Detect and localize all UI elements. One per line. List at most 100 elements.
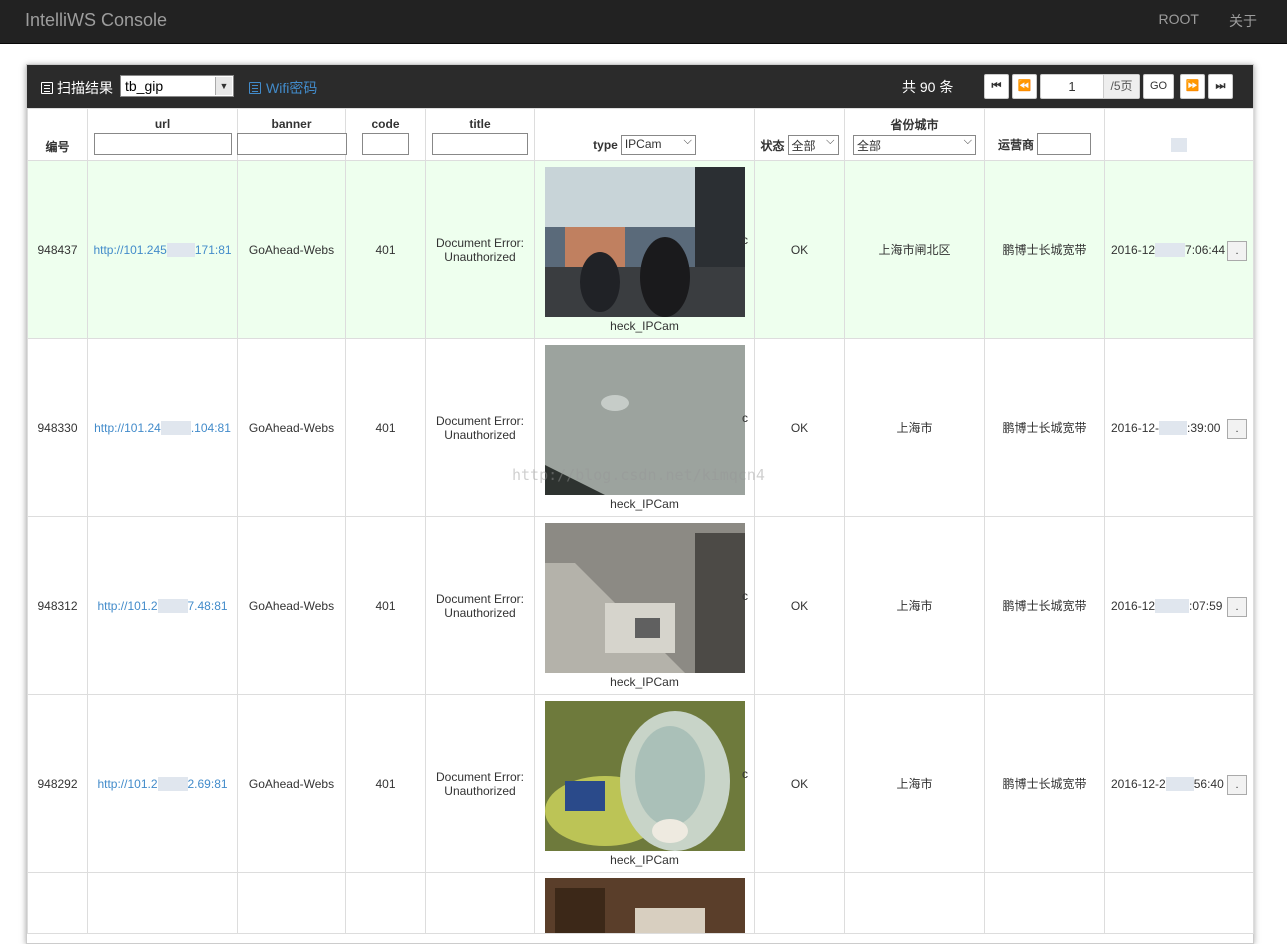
type-caption: heck_IPCam — [610, 674, 679, 689]
go-button[interactable]: GO — [1143, 74, 1174, 99]
url-link-start[interactable]: http://101.2 — [97, 599, 157, 613]
cell-isp — [984, 872, 1105, 934]
app-brand[interactable]: IntelliWS Console — [25, 10, 167, 31]
cell-region: 上海市 — [844, 516, 985, 695]
cell-region: 上海市 — [844, 694, 985, 873]
table-row[interactable]: 948330 http://101.24x.104:81 GoAhead-Web… — [27, 338, 1254, 517]
nav-root[interactable]: ROOT — [1159, 11, 1199, 31]
status-filter-select[interactable]: 全部 — [787, 135, 839, 155]
scan-results-text: 扫描结果 — [57, 80, 113, 96]
url-link-end[interactable]: 7.48:81 — [188, 599, 228, 613]
cell-code: 401 — [345, 694, 426, 873]
region-filter-select[interactable]: 全部 — [853, 135, 976, 155]
cell-isp: 鹏博士长城宽带 — [984, 694, 1105, 873]
row-detail-button[interactable]: . — [1227, 597, 1247, 617]
col-title-header: title — [425, 108, 535, 161]
col-code-header: code — [345, 108, 426, 161]
next-page-icon[interactable]: ⏩ — [1180, 74, 1205, 99]
row-detail-button[interactable]: . — [1227, 775, 1247, 795]
wifi-password-link[interactable]: Wifi密码 — [249, 78, 317, 98]
cell-time: 2016-12x7:06:44. — [1104, 160, 1254, 339]
camera-snapshot-image[interactable] — [544, 878, 745, 933]
camera-snapshot-image[interactable] — [544, 700, 745, 851]
cell-isp: 鹏博士长城宽带 — [984, 338, 1105, 517]
col-status-header: 状态 全部 — [754, 108, 845, 161]
col-region-header: 省份城市 全部 — [844, 108, 985, 161]
row-detail-button[interactable]: . — [1227, 419, 1247, 439]
redacted-ip: x — [160, 420, 191, 435]
cell-type: heck_IPCam c — [534, 160, 755, 339]
cell-time — [1104, 872, 1254, 934]
camera-snapshot-image[interactable] — [544, 166, 745, 317]
type-filter-select[interactable]: IPCam — [620, 135, 696, 155]
url-link-start[interactable]: http://101.2 — [97, 777, 157, 791]
prev-page-icon[interactable]: ⏪ — [1012, 74, 1037, 99]
redacted-ip: x — [157, 598, 188, 613]
cell-code: 401 — [345, 160, 426, 339]
cell-type: heck_IPCam c — [534, 338, 755, 517]
cell-type — [534, 872, 755, 934]
camera-snapshot-image[interactable] — [544, 522, 745, 673]
cell-url[interactable]: http://101.2x2.69:81 — [87, 694, 238, 873]
isp-filter-input[interactable] — [1037, 133, 1091, 155]
table-row[interactable] — [27, 872, 1254, 934]
cell-type: heck_IPCam c — [534, 694, 755, 873]
table-row[interactable]: 948292 http://101.2x2.69:81 GoAhead-Webs… — [27, 694, 1254, 873]
table-header-row: 编号 url banner code title typeIPCam 状态全部 … — [27, 108, 1254, 161]
table-select[interactable]: tb_gip ▼ — [120, 75, 234, 97]
top-navbar: IntelliWS Console ROOT 关于 — [0, 0, 1287, 44]
cell-time: 2016-12-2x56:40. — [1104, 694, 1254, 873]
time-end: :07:59 — [1189, 598, 1223, 613]
cell-url[interactable]: http://101.24x.104:81 — [87, 338, 238, 517]
watermark: http://blog.csdn.net/kimqcn4 — [512, 466, 765, 484]
page-total: /5页 — [1103, 75, 1139, 98]
page-number-input[interactable]: 1 — [1041, 75, 1103, 98]
url-link-end[interactable]: 2.69:81 — [188, 777, 228, 791]
url-filter-input[interactable] — [93, 133, 232, 155]
first-page-icon[interactable]: ⏮ — [984, 74, 1009, 99]
cell-status: OK — [754, 694, 845, 873]
time-start: 2016-12 — [1111, 242, 1156, 257]
col-banner-header: banner — [236, 108, 347, 161]
cell-id — [27, 872, 88, 934]
cell-banner — [237, 872, 346, 934]
type-fragment: c — [742, 589, 748, 603]
redacted-time: x — [1159, 420, 1188, 435]
col-id-header: 编号 — [27, 108, 88, 161]
cell-url[interactable]: http://101.245x171:81 — [87, 160, 238, 339]
row-detail-button[interactable]: . — [1227, 241, 1247, 261]
cell-url[interactable]: http://101.2x7.48:81 — [87, 516, 238, 695]
type-caption: heck_IPCam — [610, 852, 679, 867]
url-link-start[interactable]: http://101.245 — [93, 243, 166, 257]
results-table: 编号 url banner code title typeIPCam 状态全部 … — [27, 108, 1254, 934]
time-end: 7:06:44 — [1185, 242, 1226, 257]
nav-about[interactable]: 关于 — [1229, 11, 1257, 31]
cell-banner: GoAhead-Webs — [237, 160, 346, 339]
url-link-start[interactable]: http://101.24 — [94, 421, 161, 435]
cell-title: Document Error: Unauthorized — [425, 338, 535, 517]
cell-status — [754, 872, 845, 934]
type-fragment: c — [742, 767, 748, 781]
table-row[interactable]: 948312 http://101.2x7.48:81 GoAhead-Webs… — [27, 516, 1254, 695]
table-row[interactable]: 948437 http://101.245x171:81 GoAhead-Web… — [27, 160, 1254, 339]
url-link-end[interactable]: .104:81 — [191, 421, 231, 435]
cell-id: 948292 — [27, 694, 88, 873]
code-filter-input[interactable] — [362, 133, 409, 155]
banner-filter-input[interactable] — [236, 133, 347, 155]
cell-title: Document Error: Unauthorized — [425, 516, 535, 695]
url-link-end[interactable]: 171:81 — [195, 243, 232, 257]
cell-isp: 鹏博士长城宽带 — [984, 516, 1105, 695]
title-filter-input[interactable] — [432, 133, 528, 155]
table-select-value: tb_gip — [125, 78, 164, 94]
chevron-down-icon: ▼ — [215, 77, 232, 95]
cell-time: 2016-12x:07:59. — [1104, 516, 1254, 695]
last-page-icon[interactable]: ⏭ — [1208, 74, 1233, 99]
col-url-label: url — [154, 117, 171, 131]
list-icon — [41, 82, 53, 94]
redacted-time: x — [1165, 776, 1194, 791]
cell-status: OK — [754, 160, 845, 339]
col-type-label: type — [593, 138, 618, 152]
redacted-header — [1171, 138, 1187, 152]
time-end: :39:00 — [1187, 420, 1221, 435]
cell-isp: 鹏博士长城宽带 — [984, 160, 1105, 339]
